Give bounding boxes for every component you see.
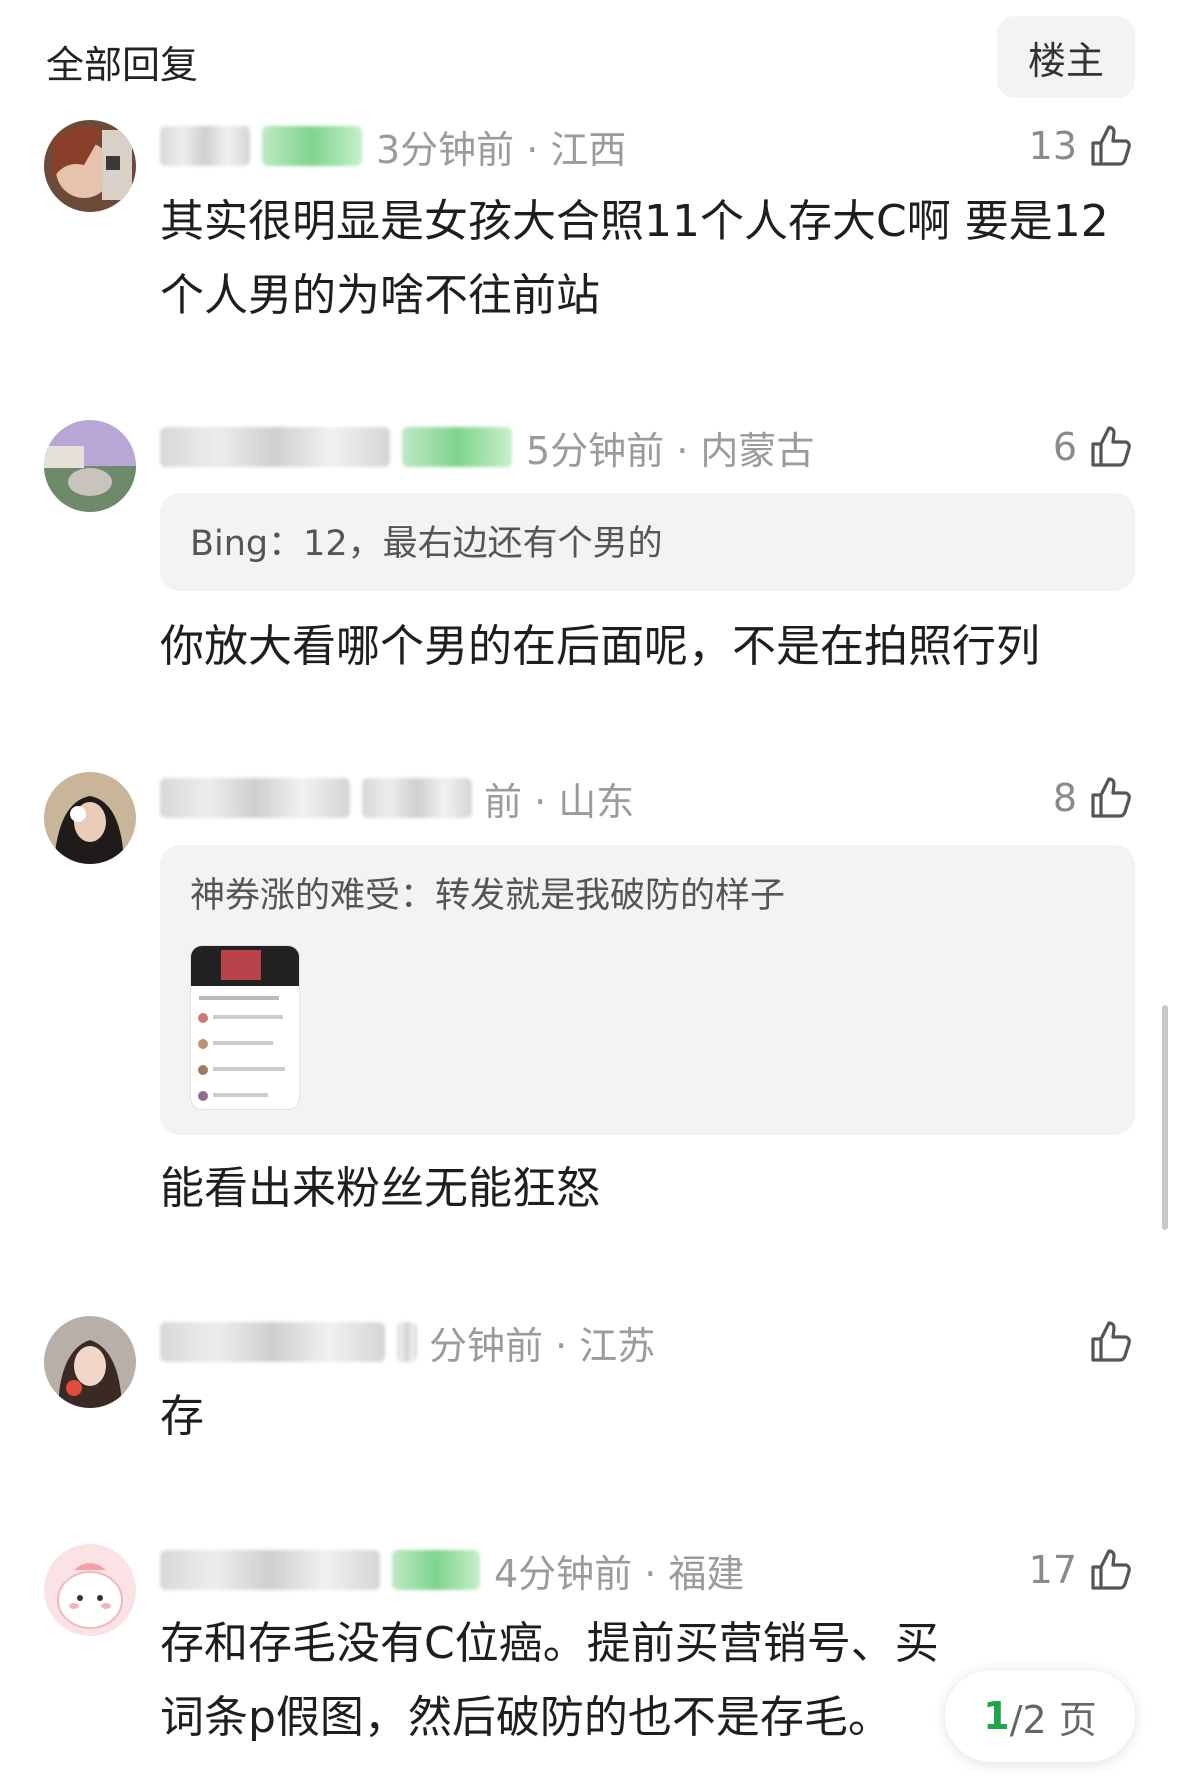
like-count: 13	[1028, 124, 1077, 168]
user-badge-blurred	[262, 126, 362, 166]
current-page: 1	[983, 1694, 1010, 1738]
like-button[interactable]	[1077, 1312, 1135, 1372]
avatar-image	[44, 120, 136, 212]
scrollbar[interactable]	[1162, 1005, 1168, 1230]
like-count: 8	[1052, 776, 1077, 820]
avatar[interactable]	[44, 772, 136, 864]
screenshot-thumbnail-image	[191, 946, 299, 1101]
comment-content: 其实很明显是女孩大合照11个人存大C啊 要是12个人男的为啥不往前站	[160, 196, 1109, 321]
quoted-reply-text: Bing：12，最右边还有个男的	[190, 524, 663, 564]
username-blurred[interactable]	[160, 1550, 380, 1590]
avatar[interactable]	[44, 1316, 136, 1408]
comment-meta: 前 · 山东	[160, 768, 634, 828]
comment-content: 能看出来粉丝无能狂怒	[160, 1163, 600, 1214]
thumbs-up-icon	[1091, 1549, 1131, 1590]
like-button[interactable]: 17	[1029, 1540, 1135, 1600]
username-blurred[interactable]	[160, 1322, 385, 1362]
like-count: 6	[1052, 425, 1077, 469]
avatar-image	[44, 420, 136, 512]
quoted-reply[interactable]: Bing：12，最右边还有个男的	[160, 493, 1135, 591]
thumbs-up-icon	[1091, 1321, 1131, 1362]
all-replies-title: 全部回复	[46, 43, 199, 87]
like-button[interactable]: 6	[1053, 417, 1135, 477]
comment-content: 你放大看哪个男的在后面呢，不是在拍照行列	[160, 621, 1040, 672]
page-indicator[interactable]: 1 /2 页	[945, 1670, 1135, 1762]
like-button[interactable]: 13	[1029, 116, 1135, 176]
comment-meta: 5分钟前 · 内蒙古	[160, 417, 814, 477]
reply-header: 全部回复 楼主	[0, 0, 1179, 112]
comment-content: 存	[160, 1391, 204, 1442]
username-blurred[interactable]	[160, 778, 350, 818]
comment-meta: 分钟前 · 江苏	[160, 1312, 655, 1372]
avatar-image	[44, 1316, 136, 1408]
comment-meta: 4分钟前 · 福建	[160, 1540, 744, 1600]
comment-content: 存和存毛没有C位癌。提前买营销号、买词条p假图，然后破防的也不是存毛。	[160, 1618, 939, 1743]
time-location: 3分钟前 · 江西	[376, 127, 627, 172]
time-location: 前 · 山东	[484, 779, 635, 824]
time-location: 4分钟前 · 福建	[494, 1551, 745, 1596]
thumbs-up-icon	[1091, 426, 1131, 467]
avatar[interactable]	[44, 120, 136, 212]
like-button[interactable]: 8	[1053, 768, 1135, 828]
like-count: 17	[1028, 1548, 1077, 1592]
thumbs-up-icon	[1091, 777, 1131, 818]
quoted-reply[interactable]: 神券涨的难受：转发就是我破防的样子	[160, 845, 1135, 1135]
user-badge-blurred	[392, 1550, 480, 1590]
time-location: 分钟前 · 江苏	[429, 1323, 656, 1368]
user-badge-blurred	[402, 427, 512, 467]
time-blurred	[362, 778, 472, 818]
username-blurred[interactable]	[160, 427, 390, 467]
avatar-image	[44, 772, 136, 864]
avatar[interactable]	[44, 1544, 136, 1636]
quoted-reply-text: 神券涨的难受：转发就是我破防的样子	[190, 876, 786, 916]
total-pages: /2 页	[1009, 1697, 1097, 1742]
time-blurred	[397, 1322, 417, 1362]
avatar-image	[44, 1544, 136, 1636]
comment-meta: 3分钟前 · 江西	[160, 116, 626, 176]
time-location: 5分钟前 · 内蒙古	[526, 428, 815, 473]
quoted-image-thumbnail[interactable]	[190, 945, 300, 1110]
thumbs-up-icon	[1091, 125, 1131, 166]
username-blurred[interactable]	[160, 126, 250, 166]
author-only-button[interactable]: 楼主	[997, 16, 1135, 98]
avatar[interactable]	[44, 420, 136, 512]
